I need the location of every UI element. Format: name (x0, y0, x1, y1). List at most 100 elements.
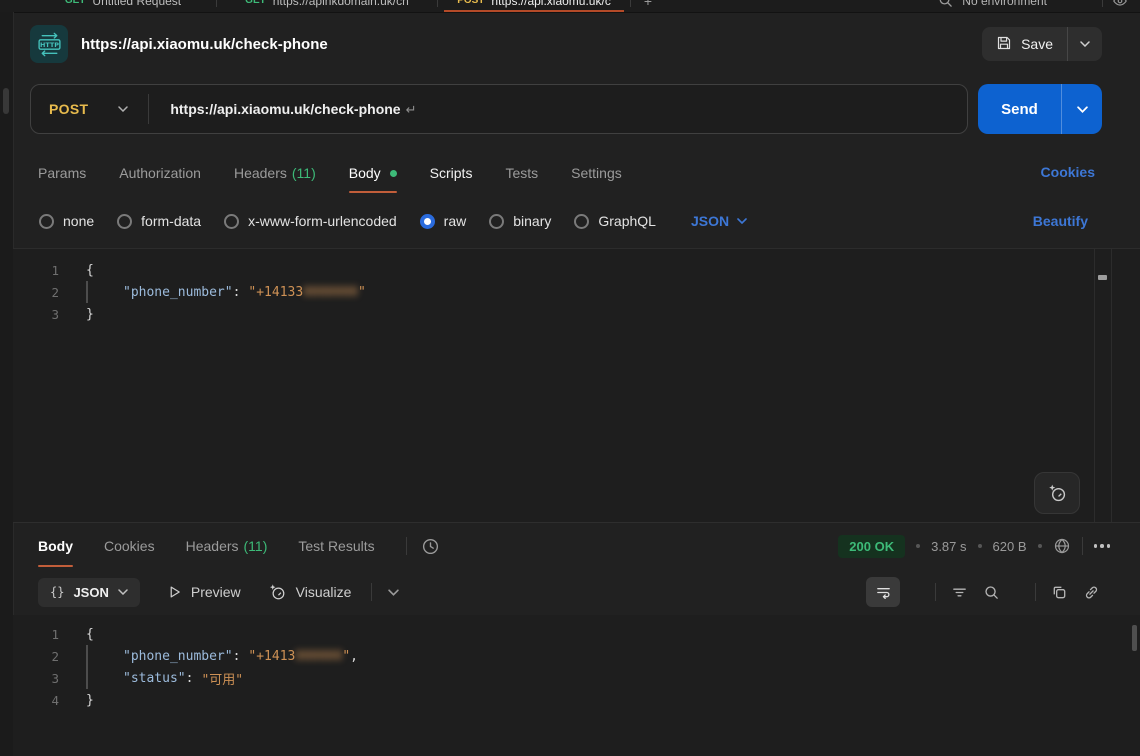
option-urlencoded[interactable]: x-www-form-urlencoded (224, 213, 397, 229)
url-input-container: POST https://api.xiaomu.uk/check-phone↵ (30, 84, 968, 134)
response-tab-test-results[interactable]: Test Results (298, 523, 374, 569)
sparkle-circle-icon (268, 583, 287, 602)
radio-icon (489, 214, 504, 229)
response-body-editor[interactable]: 1 { 2 "phone_number":"+1413000000", 3 "s… (13, 615, 1140, 756)
response-meta: 200 OK 3.87 s 620 B (838, 535, 1140, 558)
option-graphql[interactable]: GraphQL (574, 213, 656, 229)
request-tab-get[interactable]: GET https://apinkdomain.uk/ch (217, 0, 437, 12)
tab-params[interactable]: Params (38, 165, 86, 196)
response-section: Body Cookies Headers(11) Test Results 20… (13, 522, 1140, 756)
method-badge: GET (245, 0, 266, 6)
postbot-button[interactable] (1034, 472, 1080, 514)
topbar-divider (1102, 0, 1103, 7)
response-tab-body[interactable]: Body (38, 523, 73, 569)
save-options-button[interactable] (1068, 27, 1102, 61)
wrap-text-button[interactable] (866, 577, 900, 607)
beautify-link[interactable]: Beautify (1033, 213, 1088, 229)
method-badge: POST (457, 0, 484, 6)
tab-label: Untitled Request (92, 0, 181, 8)
new-tab-button[interactable]: + (631, 0, 665, 9)
method-dropdown[interactable]: POST (31, 101, 148, 117)
request-tab-untitled[interactable]: GET Untitled Request (30, 0, 216, 12)
radio-selected-icon (420, 214, 435, 229)
environment-selector[interactable]: No environment (962, 0, 1047, 8)
response-tab-cookies[interactable]: Cookies (104, 523, 155, 569)
tab-tests[interactable]: Tests (505, 165, 538, 196)
body-modified-dot (390, 170, 397, 177)
editor-scrollbar[interactable] (1094, 249, 1112, 522)
history-icon[interactable] (421, 537, 440, 556)
save-button-label: Save (1021, 36, 1053, 52)
line-number: 3 (13, 307, 86, 322)
request-title: https://api.xiaomu.uk/check-phone (81, 36, 328, 53)
save-icon (996, 35, 1012, 54)
dot-separator (916, 544, 920, 548)
url-row: POST https://api.xiaomu.uk/check-phone↵ … (13, 76, 1140, 142)
code-line: 2 "phone_number":"+141330000000" (13, 281, 1140, 303)
line-number: 1 (13, 627, 86, 642)
save-button-group: Save (982, 27, 1102, 61)
option-form-data[interactable]: form-data (117, 213, 201, 229)
chevron-down-icon (118, 106, 128, 112)
response-time[interactable]: 3.87 s (931, 539, 966, 554)
status-badge[interactable]: 200 OK (838, 535, 905, 558)
send-button-group: Send (978, 84, 1102, 134)
tab-scripts[interactable]: Scripts (430, 165, 473, 196)
response-format-dropdown[interactable]: {} JSON (38, 578, 140, 607)
tab-headers[interactable]: Headers(11) (234, 165, 316, 196)
code-line: 3 } (13, 303, 1140, 325)
save-button[interactable]: Save (982, 27, 1067, 61)
scrollbar-thumb[interactable] (1132, 625, 1137, 651)
tab-body[interactable]: Body (349, 165, 397, 196)
tab-authorization[interactable]: Authorization (119, 165, 201, 196)
line-number: 4 (13, 693, 86, 708)
language-dropdown[interactable]: JSON (691, 213, 747, 229)
headers-count: (11) (292, 165, 316, 181)
send-options-button[interactable] (1062, 84, 1102, 134)
option-none[interactable]: none (39, 213, 94, 229)
more-options-icon[interactable] (1094, 544, 1111, 548)
response-tab-bar: Body Cookies Headers(11) Test Results 20… (13, 523, 1140, 569)
visualize-button[interactable]: Visualize (268, 583, 352, 602)
network-globe-icon[interactable] (1053, 537, 1071, 555)
wrap-text-icon (875, 584, 892, 601)
code-line: 4 } (13, 689, 1140, 711)
chevron-down-icon (737, 218, 747, 224)
tab-settings[interactable]: Settings (571, 165, 622, 196)
sidebar-handle[interactable] (3, 88, 9, 114)
scrollbar-thumb[interactable] (1098, 275, 1107, 280)
line-number: 2 (13, 649, 86, 664)
option-raw[interactable]: raw (420, 213, 467, 229)
play-icon (167, 584, 182, 600)
collapsed-sidebar-rail[interactable] (0, 12, 14, 756)
meta-divider (1082, 537, 1083, 555)
response-size[interactable]: 620 B (993, 539, 1027, 554)
request-body-editor[interactable]: 1 { 2 "phone_number":"+141330000000" 3 } (13, 248, 1140, 522)
request-tab-active[interactable]: POST https://api.xiaomu.uk/c (438, 0, 630, 12)
link-icon[interactable] (1083, 584, 1100, 601)
radio-icon (39, 214, 54, 229)
response-toolbar: {} JSON Preview Visualize (13, 569, 1140, 615)
option-binary[interactable]: binary (489, 213, 551, 229)
code-line: 2 "phone_number":"+1413000000", (13, 645, 1140, 667)
filter-icon[interactable] (951, 584, 968, 601)
toolbar-divider (406, 537, 407, 555)
environment-quick-look-eye-icon[interactable] (1112, 0, 1128, 9)
redacted-phone-digits: 0000000 (303, 285, 358, 300)
method-badge: GET (65, 0, 86, 6)
redacted-phone-digits: 000000 (295, 649, 342, 664)
preview-button[interactable]: Preview (167, 584, 241, 600)
send-button[interactable]: Send (978, 84, 1061, 134)
response-tab-headers[interactable]: Headers(11) (186, 523, 268, 569)
radio-icon (117, 214, 132, 229)
toolbar-divider (1035, 583, 1036, 601)
cookies-link[interactable]: Cookies (1041, 164, 1095, 180)
code-line: 3 "status":"可用" (13, 667, 1140, 689)
url-input[interactable]: https://api.xiaomu.uk/check-phone↵ (149, 101, 416, 118)
copy-icon[interactable] (1051, 584, 1068, 601)
search-icon[interactable] (983, 584, 1000, 601)
dot-separator (978, 544, 982, 548)
search-icon[interactable] (938, 0, 953, 8)
more-views-button[interactable] (388, 589, 399, 596)
tab-label: https://api.xiaomu.uk/c (491, 0, 610, 8)
